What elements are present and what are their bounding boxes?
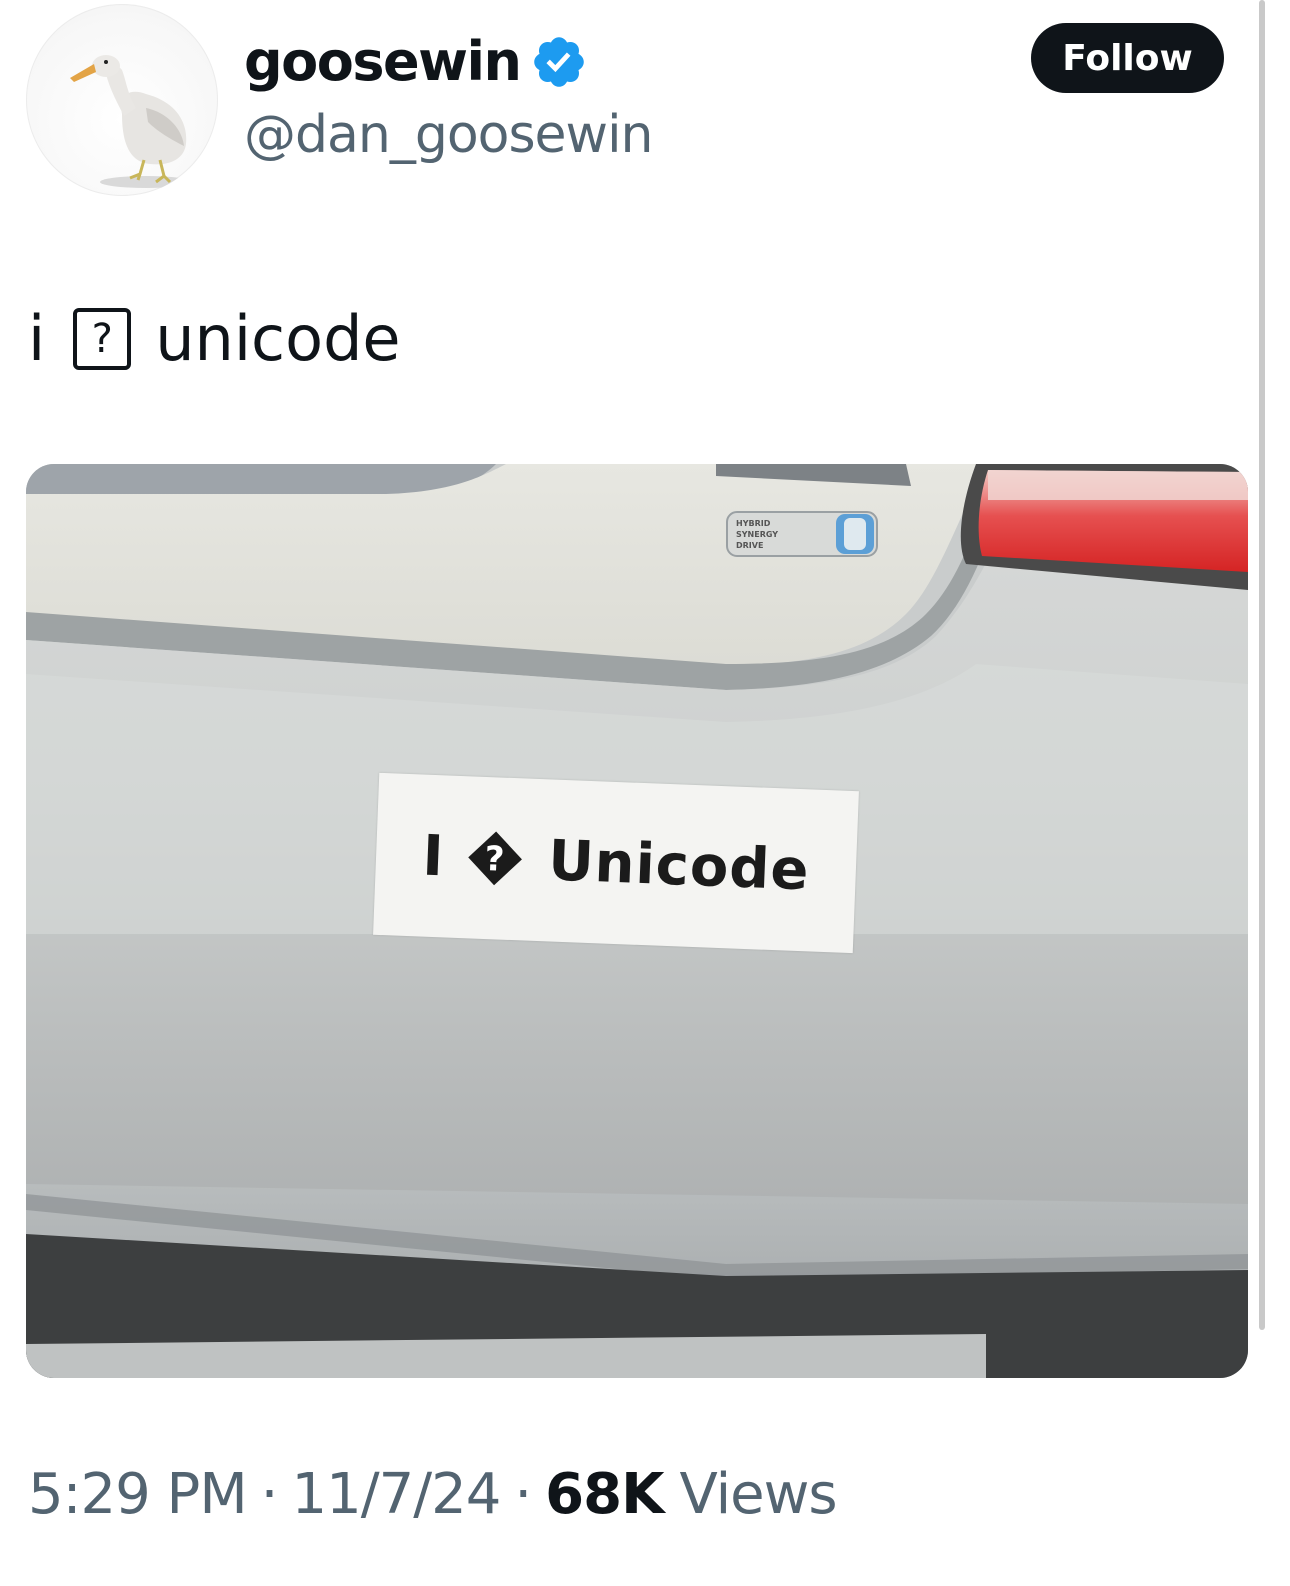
tweet-meta: 5:29 PM · 11/7/24 · 68K Views — [28, 1462, 838, 1527]
tweet-time[interactable]: 5:29 PM — [28, 1462, 248, 1527]
author-name-row: goosewin — [244, 22, 588, 102]
tweet-photo[interactable]: HYBRID SYNERGY DRIVE I ? Unicode — [26, 464, 1248, 1378]
emblem-line-3: DRIVE — [736, 541, 763, 550]
author-handle[interactable]: @dan_goosewin — [244, 104, 653, 166]
display-name[interactable]: goosewin — [244, 35, 522, 89]
tweet: goosewin @dan_goosewin Follow i ? unicod… — [0, 0, 1290, 1586]
scrollbar[interactable] — [1259, 0, 1265, 1330]
tweet-text: i ? unicode — [28, 308, 401, 370]
views-label: Views — [679, 1462, 837, 1527]
replacement-character-icon: ? — [468, 831, 523, 886]
hybrid-emblem-icon: HYBRID SYNERGY DRIVE — [726, 511, 878, 557]
emblem-line-2: SYNERGY — [736, 530, 778, 539]
goose-icon — [70, 55, 192, 188]
tweet-text-after: unicode — [155, 302, 401, 375]
sticker-word: Unicode — [547, 827, 811, 903]
separator: · — [514, 1462, 532, 1527]
tweet-date[interactable]: 11/7/24 — [291, 1462, 501, 1527]
tweet-text-before: i — [28, 302, 46, 375]
follow-button[interactable]: Follow — [1031, 23, 1224, 93]
verified-badge-icon — [534, 37, 585, 87]
separator: · — [260, 1462, 279, 1527]
avatar[interactable] — [26, 4, 218, 196]
emblem-line-1: HYBRID — [736, 519, 771, 528]
bumper-sticker: I ? Unicode — [373, 772, 859, 954]
sticker-glyph: ? — [484, 839, 506, 880]
views-count[interactable]: 68K — [545, 1462, 664, 1527]
missing-glyph-icon: ? — [73, 308, 132, 370]
sticker-prefix: I — [421, 823, 446, 889]
